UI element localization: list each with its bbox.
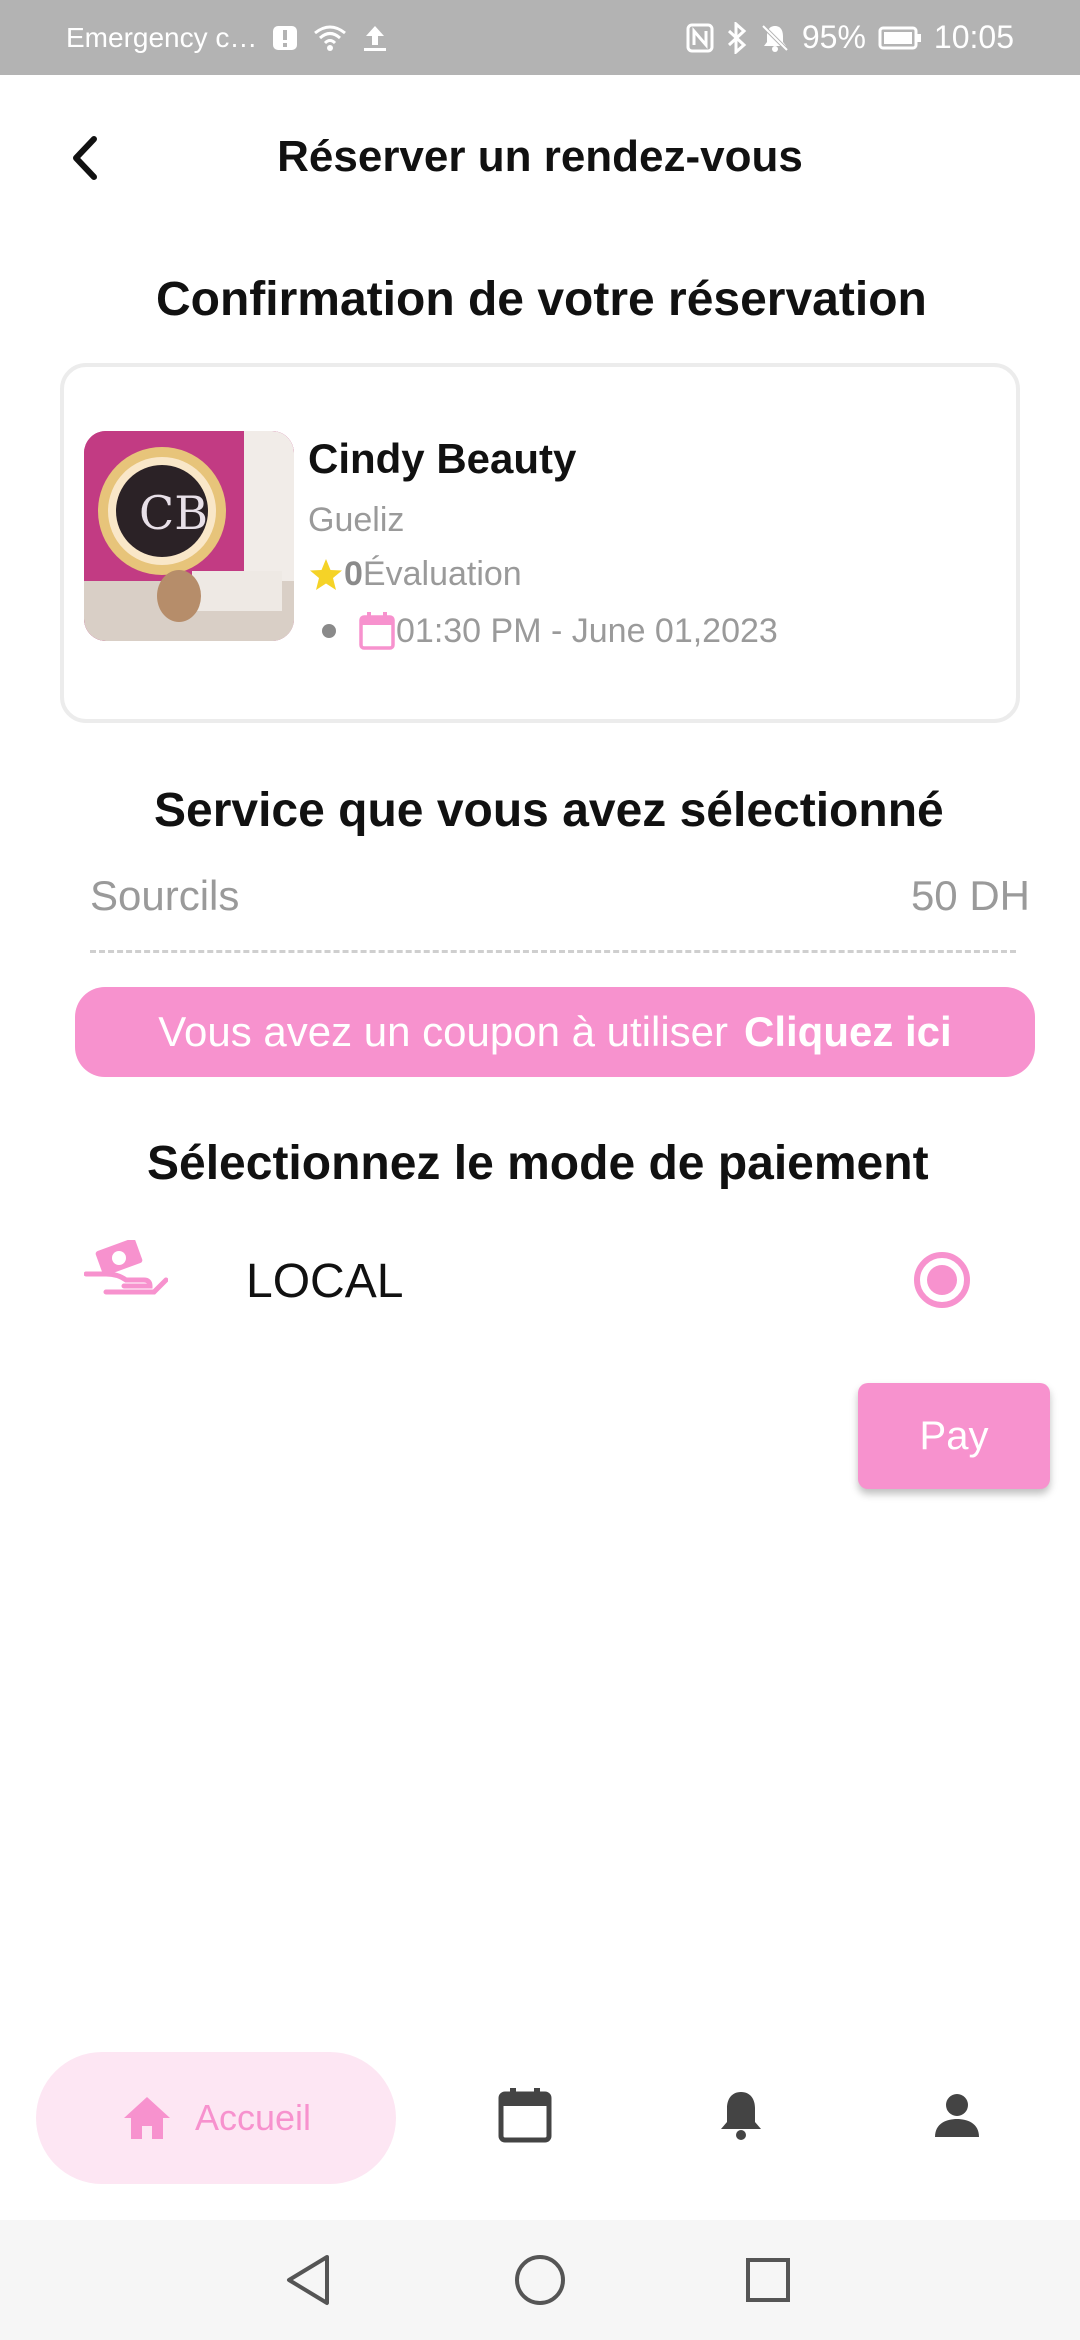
- service-title: Service que vous avez sélectionné: [154, 784, 944, 837]
- divider: [90, 950, 1016, 953]
- circle-home-icon: [515, 2255, 565, 2305]
- radio-selected-dot: [927, 1265, 957, 1295]
- nav-profile[interactable]: [922, 2080, 992, 2150]
- square-recents-icon: [746, 2258, 790, 2302]
- wifi-icon: [313, 24, 347, 52]
- appointment-datetime: 01:30 PM - June 01,2023: [396, 611, 778, 650]
- page-title: Réserver un rendez-vous: [0, 132, 1080, 182]
- service-name: Sourcils: [90, 872, 240, 919]
- system-recents-button[interactable]: [738, 2250, 798, 2310]
- page-title-text: Réserver un rendez-vous: [277, 132, 803, 181]
- calendar-icon: [359, 612, 395, 650]
- calendar-icon: [498, 2088, 552, 2143]
- bluetooth-icon: [726, 21, 748, 54]
- home-icon: [123, 2097, 170, 2139]
- battery-percent: 95%: [801, 19, 866, 55]
- status-left: Emergency c…: [66, 0, 389, 75]
- nav-home-label: Accueil: [194, 2097, 312, 2138]
- coupon-bar[interactable]: Vous avez un coupon à utiliser Cliquez i…: [75, 987, 1035, 1077]
- rating-row: 0 Évaluation: [308, 555, 522, 594]
- upload-icon: [361, 23, 389, 53]
- clock: 10:05: [933, 19, 1014, 55]
- nfc-icon: [686, 23, 714, 53]
- bell-icon: [721, 2092, 761, 2140]
- rating-label: Évaluation: [362, 555, 522, 593]
- bullet-dot: [322, 624, 336, 638]
- payment-option-local[interactable]: LOCAL: [80, 1230, 1000, 1330]
- service-price: 50 DH: [910, 872, 1030, 919]
- mute-bell-icon: [760, 23, 790, 53]
- alert-icon: [271, 24, 299, 52]
- salon-area: Gueliz: [308, 501, 405, 539]
- confirmation-title: Confirmation de votre réservation: [156, 273, 927, 326]
- payment-radio[interactable]: [914, 1252, 970, 1308]
- cash-hand-icon: [84, 1240, 168, 1295]
- person-icon: [935, 2094, 979, 2137]
- nav-calendar[interactable]: [490, 2080, 560, 2150]
- payment-title: Sélectionnez le mode de paiement: [147, 1137, 929, 1190]
- nav-home[interactable]: Accueil: [36, 2052, 396, 2184]
- svg-text:CB: CB: [139, 486, 208, 540]
- battery-icon: [878, 25, 922, 51]
- bottom-nav: Accueil: [0, 2040, 1080, 2190]
- coupon-text: Vous avez un coupon à utiliser: [158, 1008, 728, 1055]
- carrier-text: Emergency c…: [66, 21, 258, 53]
- system-nav-bar: [0, 2220, 1080, 2340]
- appointment-datetime-row: 01:30 PM - June 01,2023: [322, 611, 778, 651]
- salon-card[interactable]: CB Cindy Beauty Gueliz 0 Évaluation 01:3…: [60, 363, 1020, 723]
- status-bar: Emergency c… 95% 10:05: [0, 0, 1080, 75]
- status-right: 95% 10:05: [686, 0, 1014, 75]
- rating-value: 0: [344, 555, 363, 593]
- salon-name: Cindy Beauty: [308, 435, 577, 482]
- star-icon: [310, 558, 342, 590]
- system-home-button[interactable]: [510, 2250, 570, 2310]
- pay-button[interactable]: Pay: [858, 1383, 1050, 1489]
- payment-method-label: LOCAL: [246, 1255, 404, 1308]
- coupon-link[interactable]: Cliquez ici: [744, 1008, 952, 1056]
- system-back-button[interactable]: [278, 2250, 338, 2310]
- salon-photo: CB: [84, 431, 294, 641]
- triangle-back-icon: [287, 2255, 329, 2305]
- nav-notifications[interactable]: [706, 2080, 776, 2150]
